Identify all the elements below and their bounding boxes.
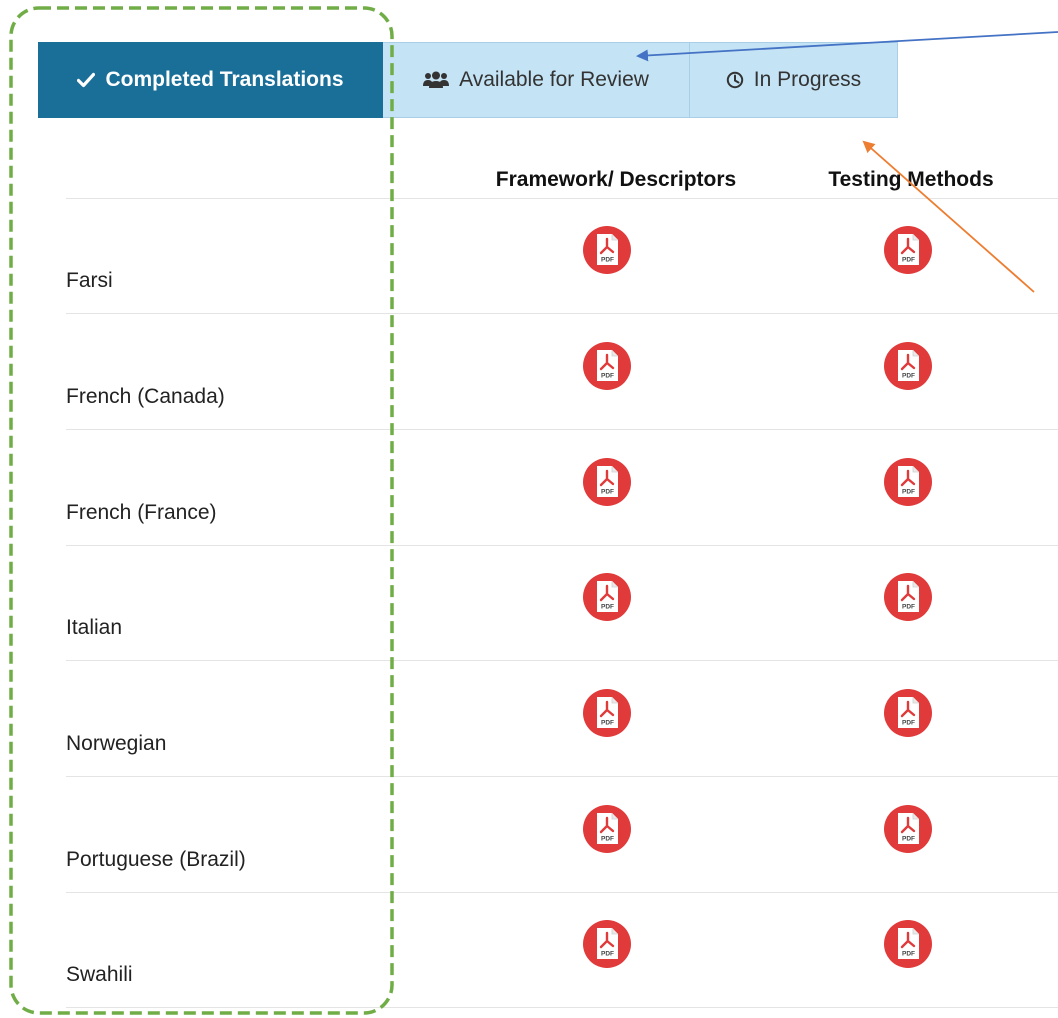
svg-text:PDF: PDF [601, 836, 614, 843]
svg-text:PDF: PDF [601, 604, 614, 611]
pdf-file-icon[interactable]: PDF [582, 804, 632, 854]
tab-label: In Progress [753, 68, 862, 91]
pdf-file-icon[interactable]: PDF [883, 688, 933, 738]
svg-text:PDF: PDF [601, 489, 614, 496]
svg-text:PDF: PDF [902, 836, 915, 843]
row-divider [66, 545, 1058, 546]
pdf-file-icon[interactable]: PDF [582, 572, 632, 622]
pdf-file-icon[interactable]: PDF [883, 804, 933, 854]
svg-text:PDF: PDF [601, 257, 614, 264]
pdf-file-icon[interactable]: PDF [883, 572, 933, 622]
svg-text:PDF: PDF [601, 720, 614, 727]
language-label-farsi: Farsi [66, 269, 113, 292]
users-icon [423, 71, 450, 89]
tab-available-for-review[interactable]: Available for Review [383, 42, 690, 118]
translation-tabs: Completed Translations Available for Rev… [38, 42, 898, 118]
pdf-file-icon[interactable]: PDF [883, 919, 933, 969]
pdf-file-icon[interactable]: PDF [582, 225, 632, 275]
row-divider [66, 313, 1058, 314]
language-label-french-france: French (France) [66, 501, 217, 524]
pdf-file-icon[interactable]: PDF [883, 225, 933, 275]
check-icon [77, 72, 96, 88]
column-header-testing-methods: Testing Methods [828, 168, 994, 191]
row-divider [66, 892, 1058, 893]
tab-in-progress[interactable]: In Progress [690, 42, 898, 118]
svg-text:PDF: PDF [902, 257, 915, 264]
tab-label: Available for Review [459, 68, 649, 91]
svg-text:PDF: PDF [902, 373, 915, 380]
row-divider [66, 660, 1058, 661]
pdf-file-icon[interactable]: PDF [883, 457, 933, 507]
row-divider [66, 429, 1058, 430]
pdf-file-icon[interactable]: PDF [582, 457, 632, 507]
column-header-framework-descriptors: Framework/ Descriptors [495, 168, 737, 191]
row-divider [66, 1007, 1058, 1008]
pdf-file-icon[interactable]: PDF [582, 688, 632, 738]
row-divider [66, 198, 1058, 199]
pdf-file-icon[interactable]: PDF [582, 919, 632, 969]
svg-text:PDF: PDF [902, 951, 915, 958]
tab-label: Completed Translations [105, 68, 344, 91]
language-label-portuguese-brazil: Portuguese (Brazil) [66, 848, 246, 871]
svg-text:PDF: PDF [902, 720, 915, 727]
svg-text:PDF: PDF [601, 951, 614, 958]
language-label-italian: Italian [66, 616, 123, 639]
svg-text:PDF: PDF [601, 373, 614, 380]
pdf-file-icon[interactable]: PDF [582, 341, 632, 391]
language-label-norwegian: Norwegian [66, 732, 167, 755]
pdf-file-icon[interactable]: PDF [883, 341, 933, 391]
row-divider [66, 776, 1058, 777]
clock-icon [726, 71, 744, 89]
svg-text:PDF: PDF [902, 489, 915, 496]
svg-text:PDF: PDF [902, 604, 915, 611]
language-label-french-canada: French (Canada) [66, 385, 225, 408]
tab-completed-translations[interactable]: Completed Translations [38, 42, 383, 118]
language-label-swahili: Swahili [66, 963, 133, 986]
